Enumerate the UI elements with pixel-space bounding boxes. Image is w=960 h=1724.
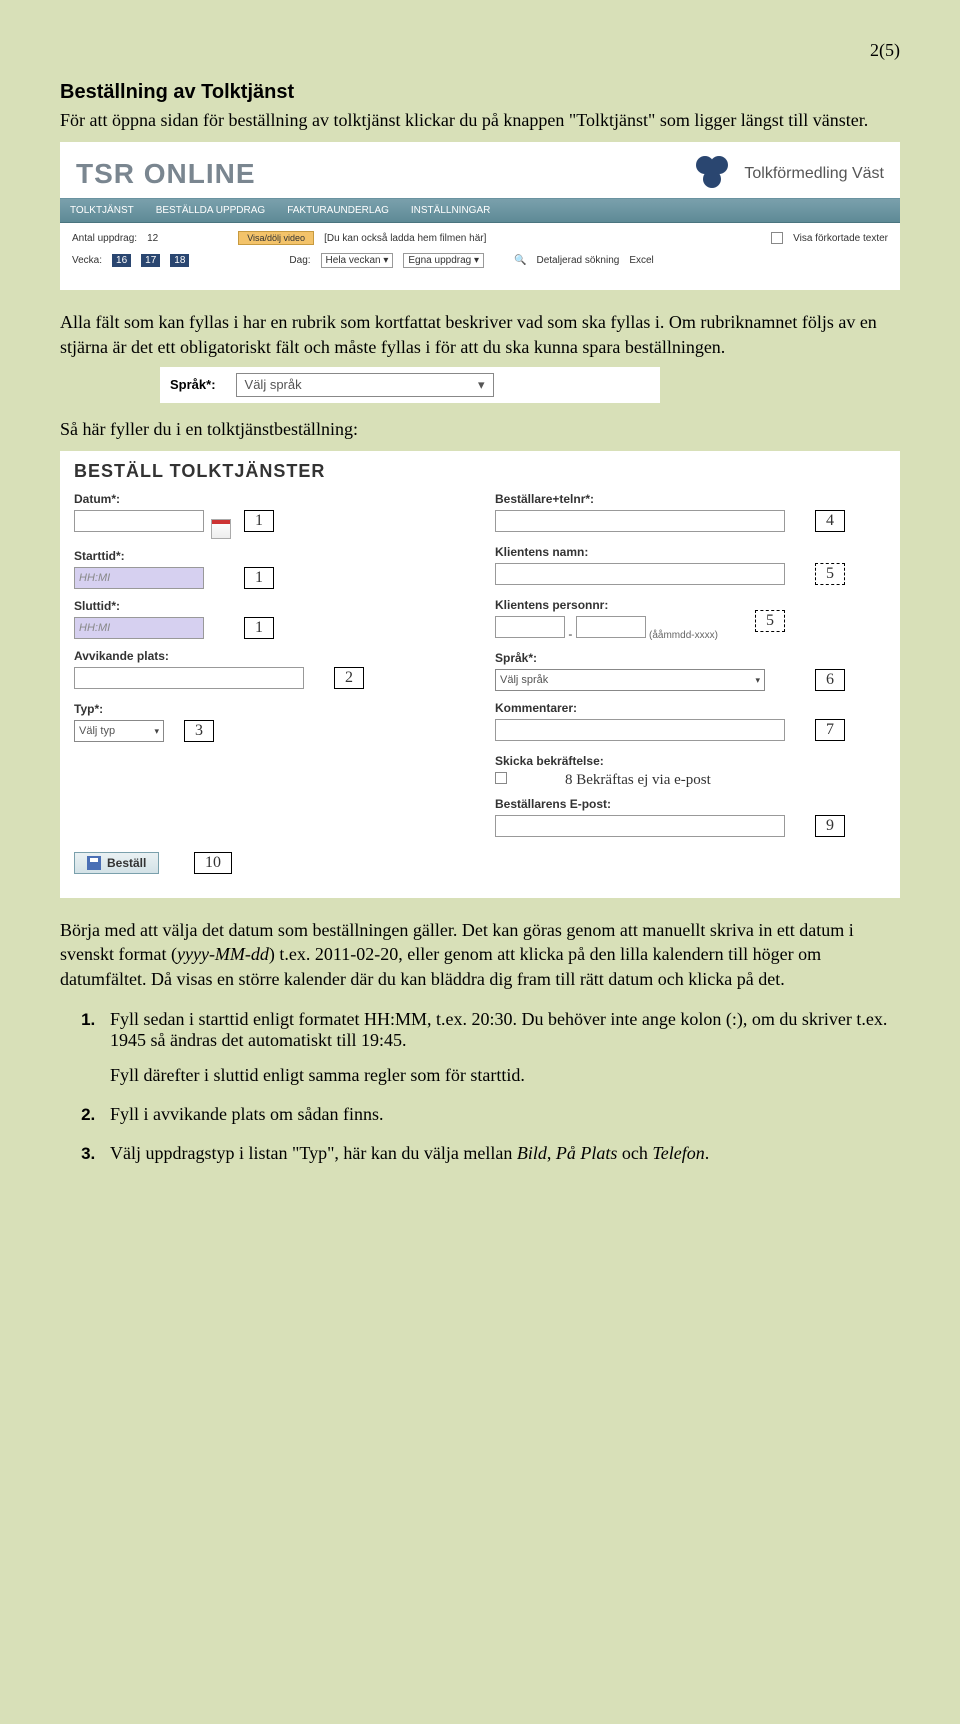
day-16[interactable]: 16 — [112, 254, 131, 267]
klient-namn-label: Klientens namn: — [495, 545, 886, 559]
starttid-input[interactable]: HH:MI — [74, 567, 204, 589]
kommentar-input[interactable] — [495, 719, 785, 741]
annotation-5b: 5 — [755, 610, 785, 632]
sluttid-input[interactable]: HH:MI — [74, 617, 204, 639]
nav-tolktjanst[interactable]: TOLKTJÄNST — [70, 205, 134, 216]
disk-icon — [87, 856, 101, 870]
annotation-5a: 5 — [815, 563, 845, 585]
egna-select[interactable]: Egna uppdrag ▾ — [403, 253, 484, 268]
datum-input[interactable] — [74, 510, 204, 532]
page-number: 2(5) — [60, 40, 900, 61]
dag-select[interactable]: Hela veckan ▾ — [321, 253, 394, 268]
form-screenshot: BESTÄLL TOLKTJÄNSTER Datum*: 1 Starttid*… — [60, 451, 900, 898]
annotation-1b: 1 — [244, 567, 274, 589]
sprak-select[interactable]: Välj språk▾ — [236, 373, 494, 397]
sa-har-paragraph: Så här fyller du i en tolktjänstbeställn… — [60, 417, 900, 441]
annotation-10: 10 — [194, 852, 232, 874]
epost-label: Beställarens E-post: — [495, 797, 886, 811]
klient-namn-input[interactable] — [495, 563, 785, 585]
typ-select[interactable]: Välj typ▾ — [74, 720, 164, 742]
annotation-1a: 1 — [244, 510, 274, 532]
annotation-3: 3 — [184, 720, 214, 742]
sprak-example: Språk*: Välj språk▾ — [160, 367, 660, 403]
bestallare-label: Beställare+telnr*: — [495, 492, 886, 506]
sprak-field-label: Språk*: — [495, 651, 886, 665]
nav-installningar[interactable]: INSTÄLLNINGAR — [411, 205, 490, 216]
forkortade-checkbox[interactable] — [771, 232, 783, 244]
klient-pnr-label: Klientens personnr: — [495, 598, 886, 612]
tsr-title: TSR ONLINE — [76, 158, 256, 190]
annotation-8: 8 Bekräftas ej via e-post — [565, 772, 711, 789]
vecka-label: Vecka: — [72, 255, 102, 266]
avvikande-input[interactable] — [74, 667, 304, 689]
sprak-label: Språk*: — [170, 377, 216, 392]
pnr-input-1[interactable] — [495, 616, 565, 638]
sluttid-label: Sluttid*: — [74, 599, 465, 613]
kommentar-label: Kommentarer: — [495, 701, 886, 715]
tsr-screenshot: TSR ONLINE Tolkförmedling Väst TOLKTJÄNS… — [60, 142, 900, 290]
pnr-input-2[interactable] — [576, 616, 646, 638]
heading: Beställning av Tolktjänst — [60, 81, 900, 104]
forkortade-label: Visa förkortade texter — [793, 233, 888, 244]
tsr-logo: Tolkförmedling Väst — [690, 156, 884, 192]
dag-label: Dag: — [289, 255, 310, 266]
bestall-button[interactable]: Beställ — [74, 852, 159, 874]
annotation-6: 6 — [815, 669, 845, 691]
pnr-hint: (ååmmdd-xxxx) — [649, 630, 718, 641]
epost-input[interactable] — [495, 815, 785, 837]
rubrik-paragraph: Alla fält som kan fyllas i har en rubrik… — [60, 310, 900, 359]
bestallare-input[interactable] — [495, 510, 785, 532]
form-title: BESTÄLL TOLKTJÄNSTER — [60, 451, 900, 486]
annotation-1c: 1 — [244, 617, 274, 639]
annotation-9: 9 — [815, 815, 845, 837]
tsr-logo-text: Tolkförmedling Väst — [744, 165, 884, 183]
annotation-2: 2 — [334, 667, 364, 689]
clover-icon — [690, 156, 734, 192]
borja-paragraph: Börja med att välja det datum som bestäl… — [60, 918, 900, 991]
calendar-icon[interactable] — [211, 519, 231, 539]
datum-label: Datum*: — [74, 492, 465, 506]
visa-dolj-button[interactable]: Visa/dölj video — [238, 231, 314, 245]
annotation-7: 7 — [815, 719, 845, 741]
annotation-4: 4 — [815, 510, 845, 532]
sprak-field-select[interactable]: Välj språk▾ — [495, 669, 765, 691]
starttid-label: Starttid*: — [74, 549, 465, 563]
day-18[interactable]: 18 — [170, 254, 189, 267]
nav-faktura[interactable]: FAKTURAUNDERLAG — [287, 205, 389, 216]
skicka-label: Skicka bekräftelse: — [495, 754, 886, 768]
avvikande-label: Avvikande plats: — [74, 649, 465, 663]
excel-link[interactable]: Excel — [629, 255, 653, 266]
navbar: TOLKTJÄNST BESTÄLLDA UPPDRAG FAKTURAUNDE… — [60, 198, 900, 223]
intro-paragraph: För att öppna sidan för beställning av t… — [60, 108, 900, 132]
typ-label: Typ*: — [74, 702, 465, 716]
antal-value: 12 — [147, 233, 158, 244]
steps-list: Fyll sedan i starttid enligt formatet HH… — [60, 1009, 900, 1164]
step-3: Välj uppdragstyp i listan "Typ", här kan… — [100, 1143, 900, 1164]
detaljerad-link[interactable]: Detaljerad sökning — [536, 255, 619, 266]
step-2: Fyll i avvikande plats om sådan finns. — [100, 1104, 900, 1125]
nav-bestallda[interactable]: BESTÄLLDA UPPDRAG — [156, 205, 265, 216]
antal-label: Antal uppdrag: — [72, 233, 137, 244]
skicka-checkbox[interactable] — [495, 772, 507, 784]
film-text: [Du kan också ladda hem filmen här] — [324, 233, 486, 244]
day-17[interactable]: 17 — [141, 254, 160, 267]
step-1: Fyll sedan i starttid enligt formatet HH… — [100, 1009, 900, 1086]
